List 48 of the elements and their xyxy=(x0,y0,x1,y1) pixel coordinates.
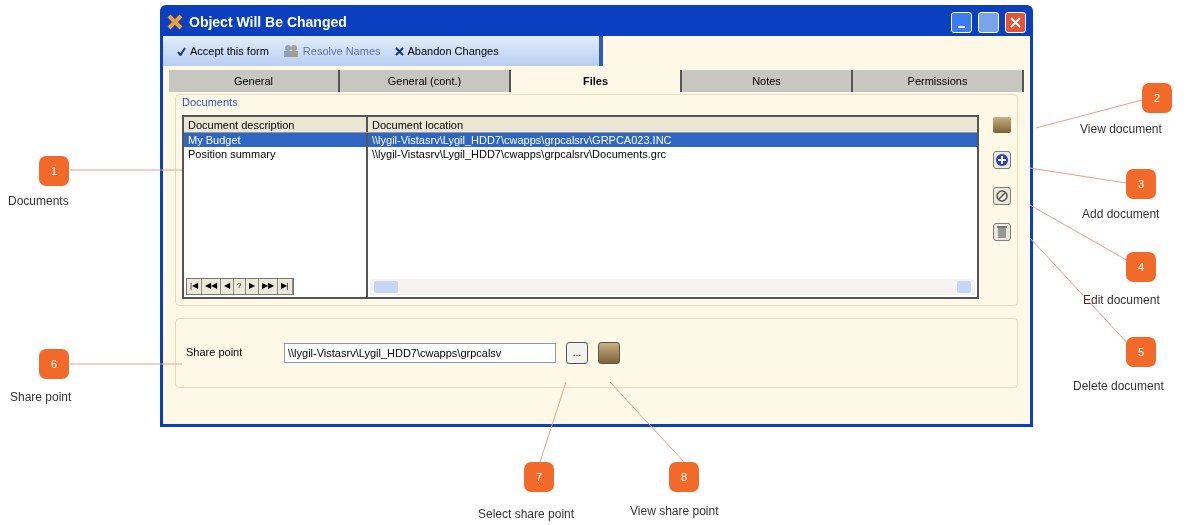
app-icon xyxy=(167,14,183,30)
column-header: Document location xyxy=(371,117,465,132)
callout-badge: 1 xyxy=(39,156,69,186)
callout-label: View share point xyxy=(630,503,719,520)
toolbar-button[interactable]: Accept this form xyxy=(171,39,275,63)
check-icon xyxy=(177,46,186,56)
callout-label: Share point xyxy=(10,389,72,406)
add-icon[interactable] xyxy=(993,150,1011,169)
navigator-button[interactable]: ◀◀ xyxy=(202,278,222,294)
callout-badge: 2 xyxy=(1142,83,1172,113)
maximize-button[interactable] xyxy=(978,11,999,33)
table-cell[interactable]: \\lygil-Vistasrv\Lygil_HDD7\cwapps\grpcalsrv\Documents.grc xyxy=(368,146,977,161)
table-cell[interactable]: Position summary xyxy=(184,146,366,161)
navigator-button[interactable]: |◀ xyxy=(187,278,203,294)
edit-icon[interactable] xyxy=(993,186,1011,205)
tab[interactable]: General xyxy=(169,70,340,92)
field-label: Share point xyxy=(186,345,244,361)
callout-label: Add document xyxy=(1082,206,1160,223)
window-title: Object Will Be Changed xyxy=(189,12,348,32)
callout-label: Select share point xyxy=(478,506,575,523)
callout-label: Documents xyxy=(8,193,69,210)
horizontal-scrollbar[interactable] xyxy=(370,278,975,295)
callout-badge: 7 xyxy=(524,462,554,492)
tab[interactable]: Notes xyxy=(682,70,853,92)
callout-label: Edit document xyxy=(1083,292,1160,309)
column-header: Document description xyxy=(184,116,368,132)
share-point-field[interactable]: \\lygil-Vistasrv\Lygil_HDD7\cwapps\grpcalsv xyxy=(284,342,556,363)
people-icon xyxy=(282,44,299,58)
delete-icon[interactable] xyxy=(993,222,1011,241)
callout-badge: 3 xyxy=(1126,169,1156,199)
minimize-button[interactable] xyxy=(951,11,972,33)
tab[interactable]: General (cont.) xyxy=(340,70,511,92)
callout-label: View document xyxy=(1080,121,1162,138)
callout-badge: 5 xyxy=(1126,337,1156,367)
callout-badge: 6 xyxy=(39,349,69,379)
tab[interactable]: Permissions xyxy=(853,70,1024,92)
navigator-button[interactable]: ◀ xyxy=(221,278,235,294)
navigator-button[interactable]: ▶▶ xyxy=(258,278,278,294)
callout-badge: 4 xyxy=(1126,252,1156,282)
callout-label: Delete document xyxy=(1073,378,1164,395)
close-button[interactable] xyxy=(1005,11,1026,33)
callout-badge: 8 xyxy=(669,462,699,492)
close-icon xyxy=(1010,16,1021,28)
toolbar-button[interactable]: Abandon Changes xyxy=(388,39,505,63)
browse-button[interactable]: ... xyxy=(566,341,588,364)
navigator-button[interactable]: ? xyxy=(234,278,246,294)
group-title: Documents xyxy=(182,95,238,110)
cross-icon xyxy=(394,46,404,56)
